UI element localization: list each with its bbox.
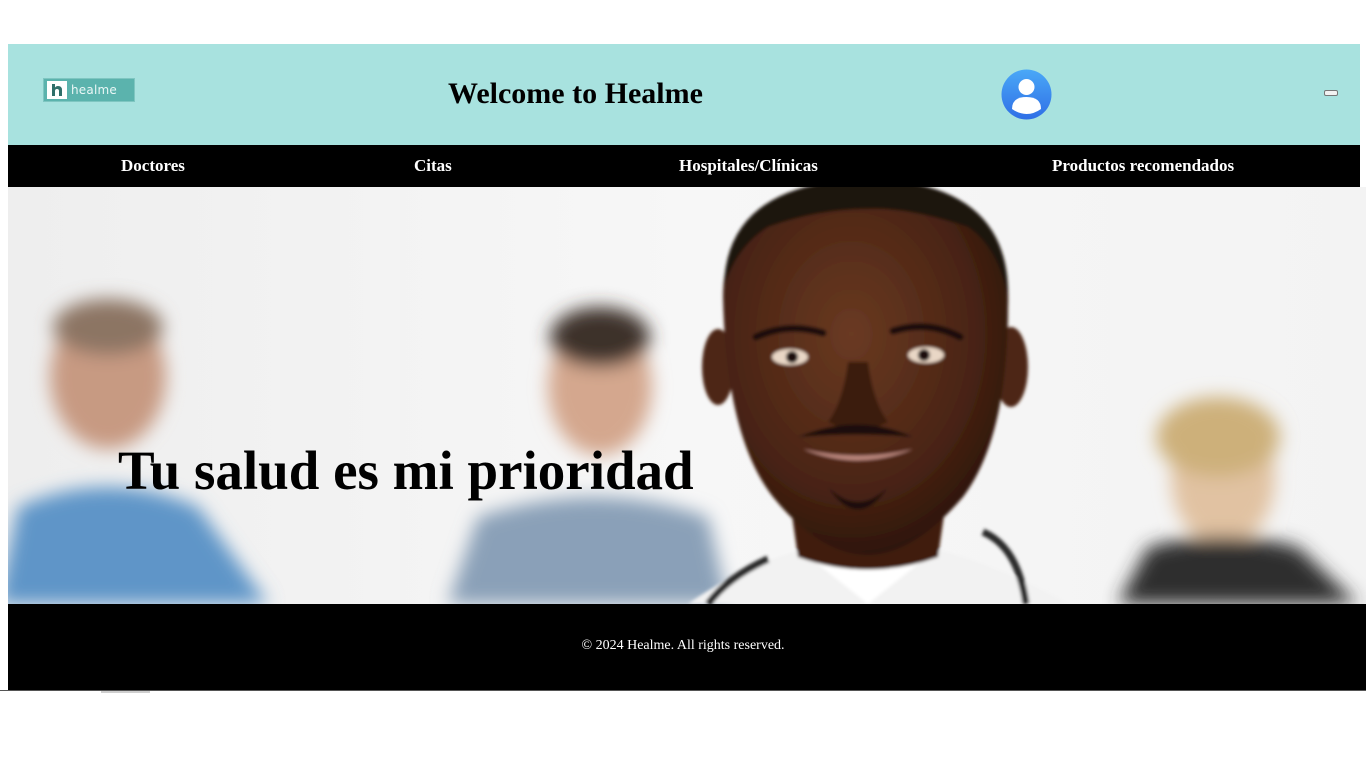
hero-banner: Tu salud es mi prioridad [8,187,1366,604]
site-footer: © 2024 Healme. All rights reserved. [8,604,1366,690]
main-nav: Doctores Citas Hospitales/Clínicas Produ… [8,145,1360,187]
nav-item-hospitales[interactable]: Hospitales/Clínicas [679,156,818,176]
hero-photo [8,187,1358,604]
minimize-icon[interactable] [1324,90,1338,96]
nav-item-doctores[interactable]: Doctores [121,156,185,176]
copyright-text: © 2024 Healme. All rights reserved. [581,638,785,653]
hero-headline: Tu salud es mi prioridad [118,440,694,501]
scroll-indicator[interactable] [101,691,150,693]
nav-item-citas[interactable]: Citas [414,156,452,176]
page-divider [0,690,1366,691]
healme-logo[interactable]: healme [43,78,135,102]
page-frame: healme Welcome to Healme Doctores Citas … [8,44,1366,690]
healme-logo-mark-icon [47,81,67,99]
logo-wordmark: healme [71,83,117,97]
page-title: Welcome to Healme [448,77,703,110]
nav-item-productos[interactable]: Productos recomendados [1052,156,1234,176]
site-header: healme Welcome to Healme [8,44,1360,145]
user-avatar-icon[interactable] [1001,69,1052,120]
